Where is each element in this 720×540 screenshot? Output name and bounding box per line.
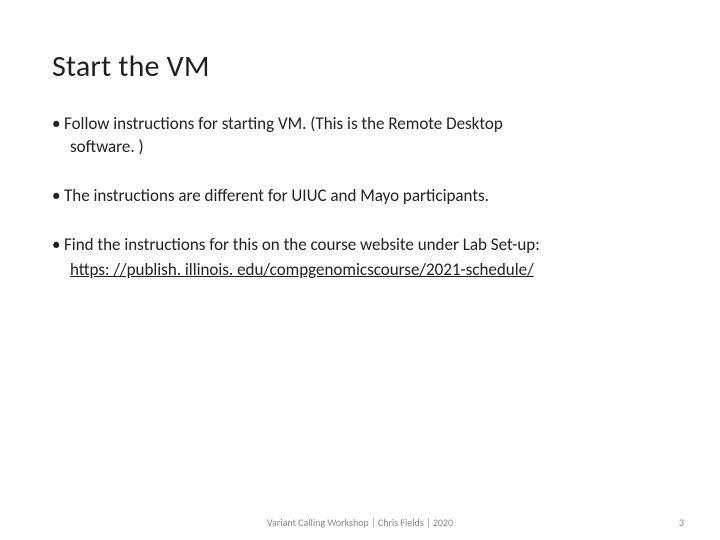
bullet-item: •Find the instructions for this on the c… xyxy=(52,234,668,282)
bullet-item: •The instructions are different for UIUC… xyxy=(52,185,668,208)
slide-body: •Follow instructions for starting VM. (T… xyxy=(52,113,668,282)
bullet-text: The instructions are different for UIUC … xyxy=(64,185,489,206)
bullet-text-cont: software. ) xyxy=(70,136,668,159)
bullet-text: Follow instructions for starting VM. (Th… xyxy=(64,113,503,134)
slide-title: Start the VM xyxy=(52,48,668,85)
bullet-text: Find the instructions for this on the co… xyxy=(64,234,540,255)
page-number: 3 xyxy=(679,516,684,529)
bullet-marker: • xyxy=(52,185,64,208)
bullet-item: •Follow instructions for starting VM. (T… xyxy=(52,113,668,159)
bullet-marker: • xyxy=(52,113,64,136)
bullet-marker: • xyxy=(52,234,64,257)
slide: Start the VM •Follow instructions for st… xyxy=(0,0,720,540)
footer-center-text: Variant Calling Workshop | Chris Fields … xyxy=(267,516,453,529)
course-link[interactable]: https: //publish. illinois. edu/compgeno… xyxy=(70,259,534,282)
